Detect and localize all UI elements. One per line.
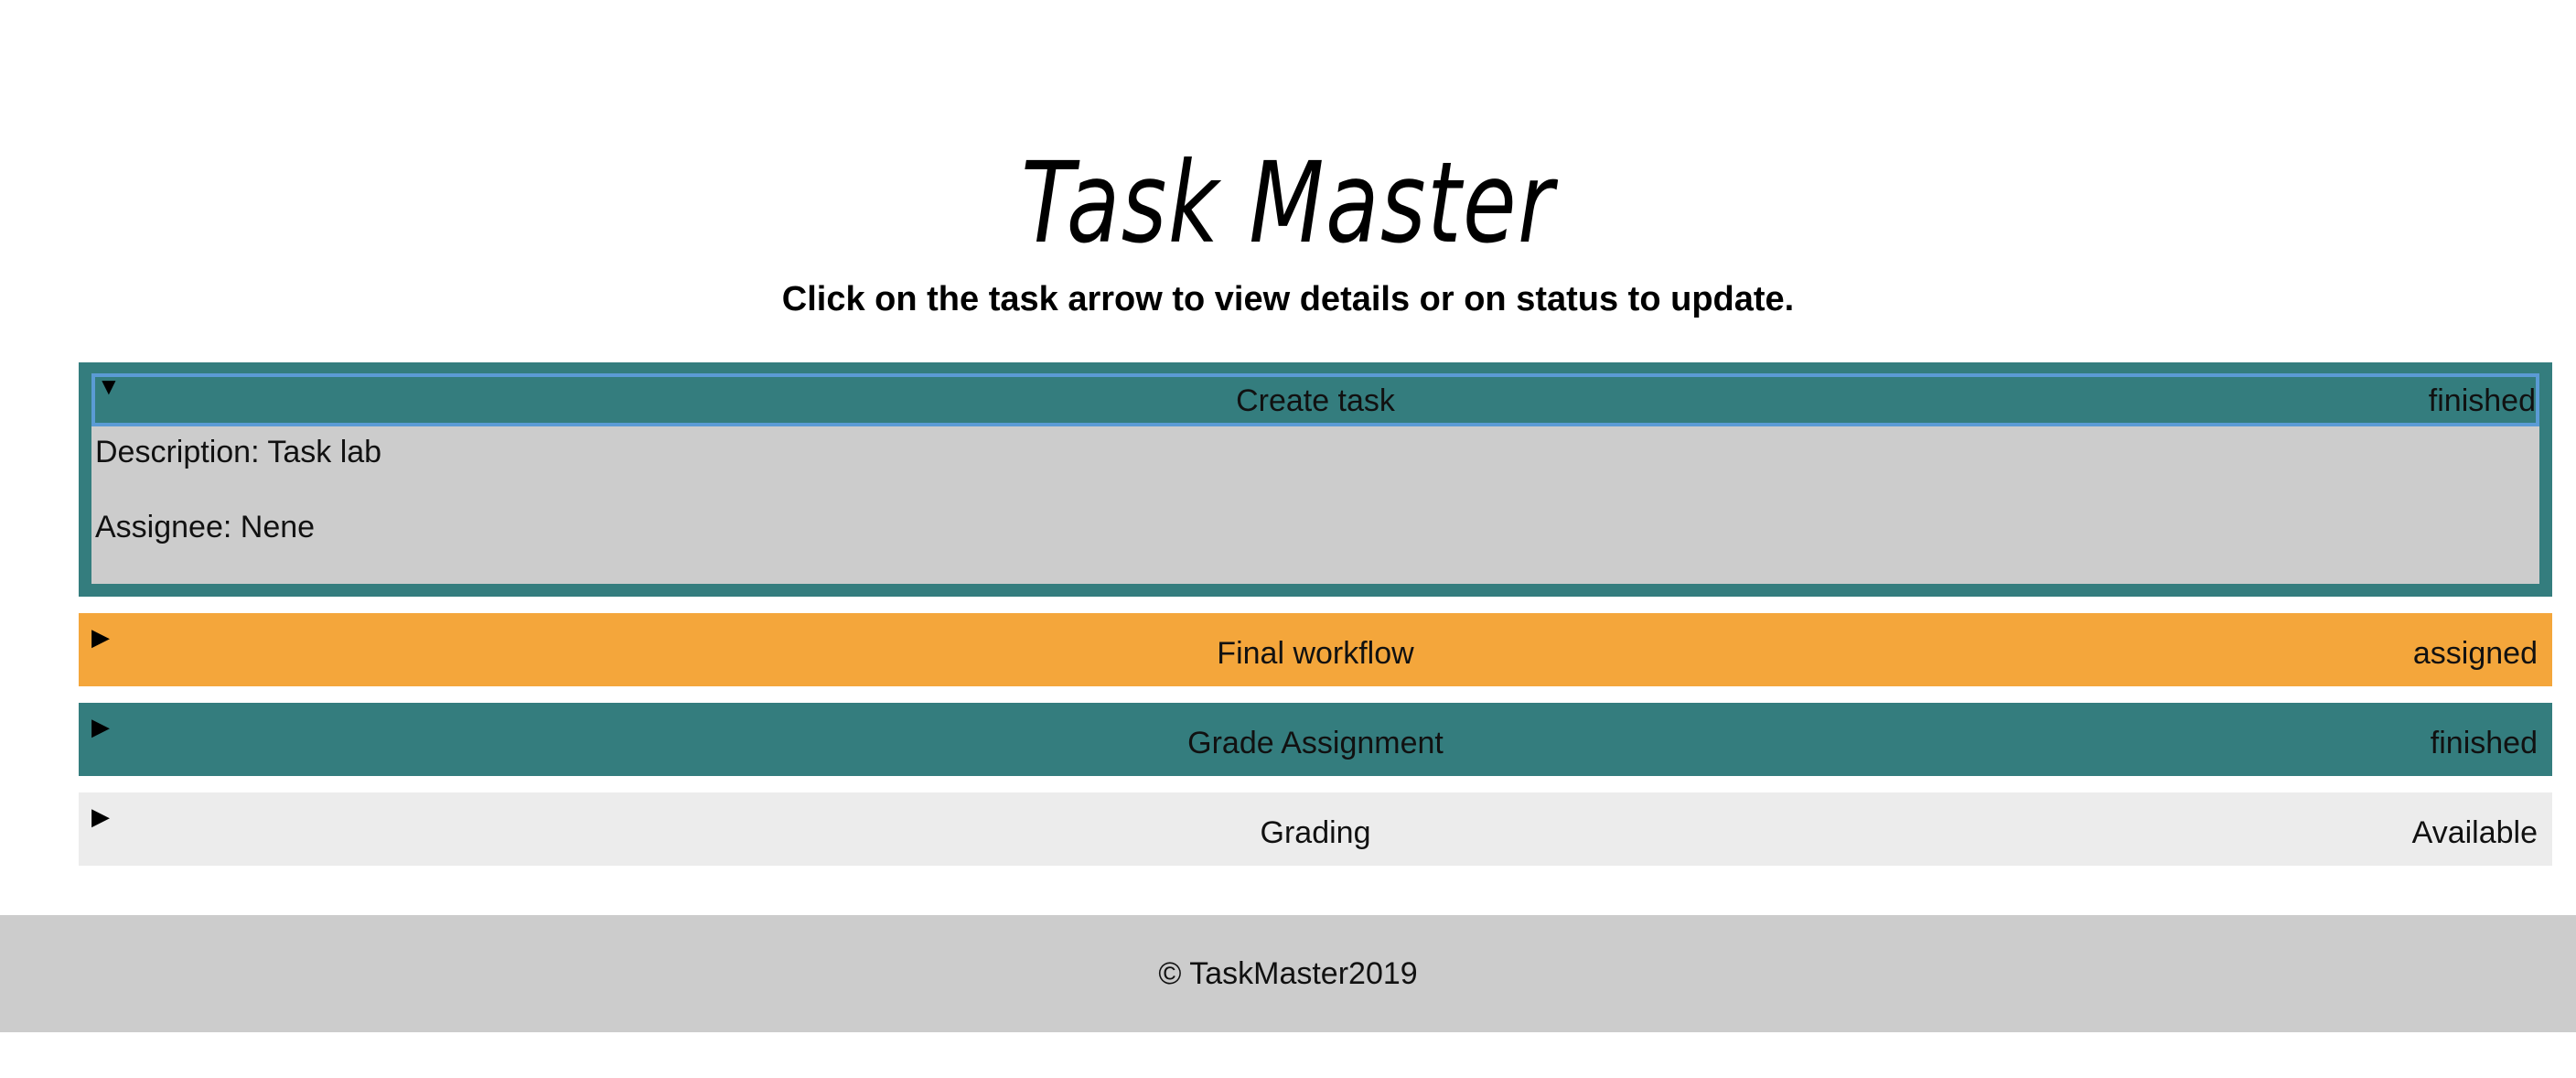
task-header: ▶ Grading Available	[79, 792, 2552, 866]
task-name: Grade Assignment	[1187, 726, 1444, 760]
task-name: Grading	[1260, 815, 1371, 850]
copyright-text: © TaskMaster2019	[1158, 956, 1418, 991]
task-name: Create task	[1236, 383, 1395, 418]
task-description: Description: Task lab	[95, 435, 382, 469]
task-item: ▼ Create task finished Description: Task…	[79, 362, 2552, 597]
task-header: ▼ Create task finished	[91, 373, 2539, 426]
footer: © TaskMaster2019	[0, 915, 2576, 1032]
task-header: ▶ Grade Assignment finished	[79, 703, 2552, 776]
task-status-button[interactable]: assigned	[2413, 635, 2538, 672]
instructions-text: Click on the task arrow to view details …	[781, 280, 1795, 318]
task-assignee: Assignee: Nene	[95, 510, 316, 544]
task-item: ▶ Grade Assignment finished	[79, 703, 2552, 776]
task-status-button[interactable]: Available	[2412, 814, 2538, 851]
task-details: Description: Task lab Assignee: Nene	[91, 426, 2539, 584]
page-title: Task Master	[1021, 137, 1555, 268]
task-status-button[interactable]: finished	[2429, 383, 2536, 419]
task-header: ▶ Final workflow assigned	[79, 613, 2552, 686]
task-item: ▶ Grading Available	[79, 792, 2552, 866]
task-status-button[interactable]: finished	[2431, 725, 2538, 761]
task-name: Final workflow	[1217, 636, 1414, 671]
task-list: ▼ Create task finished Description: Task…	[79, 362, 2552, 882]
task-item: ▶ Final workflow assigned	[79, 613, 2552, 686]
